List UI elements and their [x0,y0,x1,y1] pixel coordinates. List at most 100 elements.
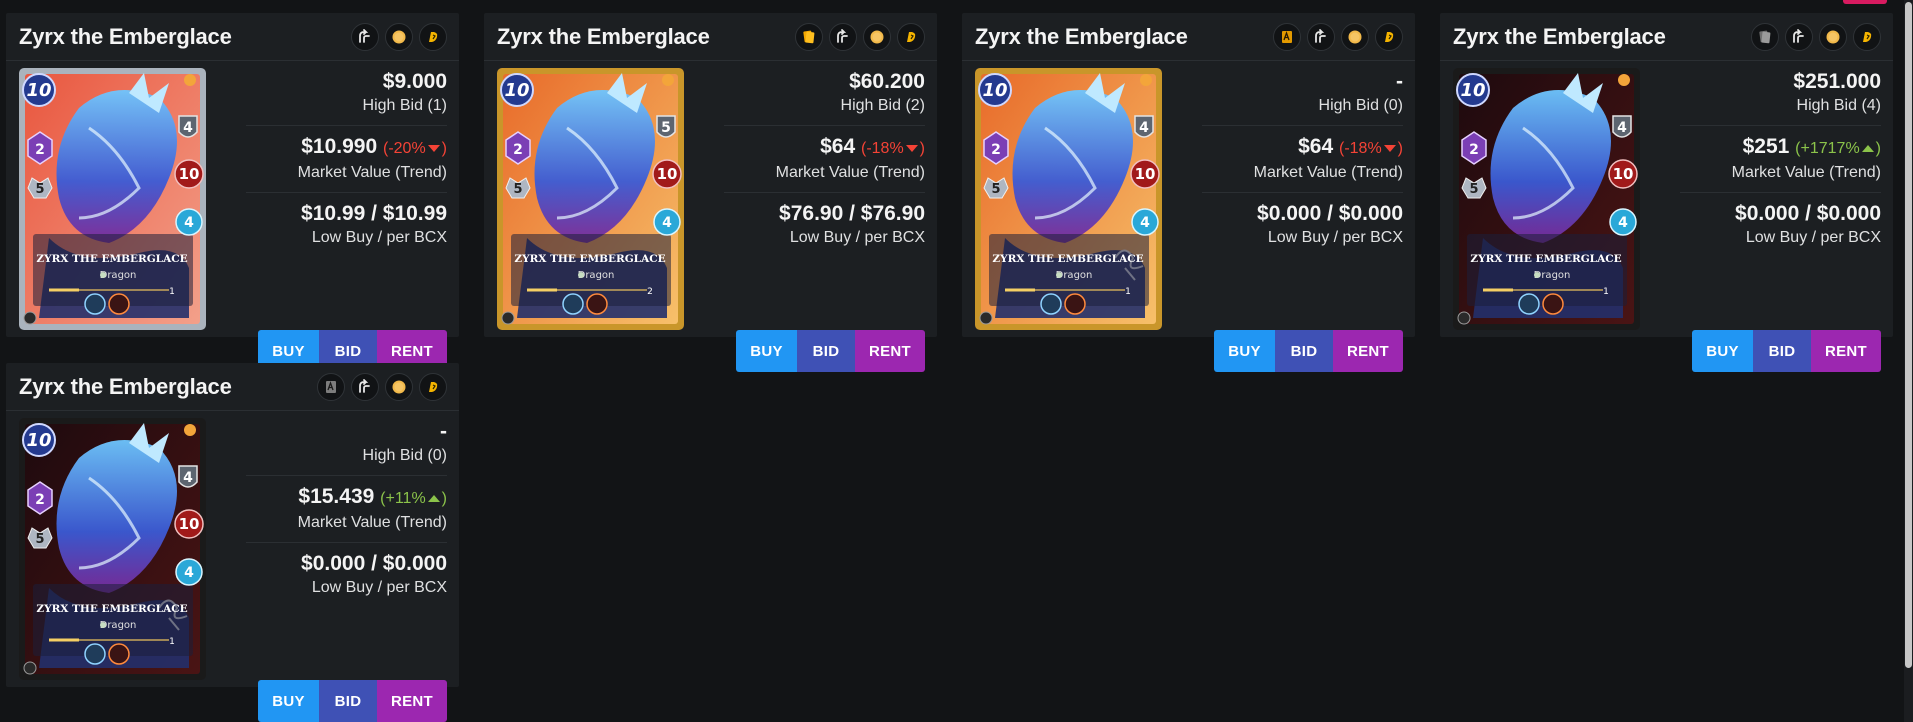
bid-button[interactable]: BID [797,330,855,372]
market-trend: (+11%) [380,490,447,507]
buy-button[interactable]: BUY [736,330,797,372]
buy-button[interactable]: BUY [258,680,319,722]
card-stat-mana: 10 [1460,80,1485,101]
high-bid-price: $9.000 [382,70,447,93]
low-buy-label: Low Buy / per BCX [1745,229,1881,246]
trend-close: ) [441,140,447,157]
card-stat-mana: 10 [26,80,51,101]
card-badges [1751,22,1881,51]
buy-button[interactable]: BUY [1214,330,1275,372]
card-stat-health: 4 [1140,215,1150,231]
market-value-row: $15.439 (+11%) Market Value (Trend) [246,484,447,543]
market-value-label: Market Value (Trend) [1731,164,1881,181]
card-stat-health: 4 [1618,215,1628,231]
card-stat-mana: 10 [982,80,1007,101]
card-art-title: ZYRX THE EMBERGLACE [1470,253,1621,265]
credits-coin-icon[interactable] [1341,22,1369,51]
splinterlands-icon[interactable] [1307,22,1335,51]
credits-coin-icon[interactable] [385,372,413,401]
card-stat-health: 4 [184,565,194,581]
low-buy-label: Low Buy / per BCX [1267,229,1403,246]
card-pricing: $251.000 High Bid (4) $251 (+1717%) Mark… [1680,69,1881,265]
bid-button[interactable]: BID [319,680,377,722]
high-bid-row: $251.000 High Bid (4) [1680,69,1881,126]
gold-signed-card-icon[interactable] [1273,22,1301,51]
card-image[interactable]: 10 4 2 10 5 4 ZYRX THE EMBERGLACE Dragon 1 [1453,68,1640,330]
low-buy-label: Low Buy / per BCX [789,229,925,246]
market-value-row: $64 (-18%) Market Value (Trend) [724,134,925,193]
card-stat-attack: 10 [179,515,200,533]
high-bid-row: $60.200 High Bid (2) [724,69,925,126]
card-body: 10 4 2 10 5 4 ZYRX THE EMBERGLACE Dragon 1 $9.00… [6,61,459,372]
card-badges [795,22,925,51]
market-trend: (-18%) [861,140,925,157]
splinterlands-icon[interactable] [1785,22,1813,51]
high-bid-row: - High Bid (0) [246,419,447,476]
low-buy-row: $10.99 / $10.99 Low Buy / per BCX [246,201,447,257]
trend-down-arrow-icon [1383,145,1396,153]
buy-button[interactable]: BUY [1692,330,1753,372]
market-value: $251 (+1717%) [1680,134,1881,162]
card-header: Zyrx the Emberglace [1440,13,1893,61]
dec-icon[interactable] [419,22,447,51]
card-stat-speed: 5 [991,182,1000,197]
trend-down-arrow-icon [427,145,440,153]
high-bid-price: $60.200 [849,70,925,93]
dec-icon[interactable] [897,22,925,51]
card-header: Zyrx the Emberglace [6,363,459,411]
high-bid-row: - High Bid (0) [1202,69,1403,126]
low-buy-row: $0.000 / $0.000 Low Buy / per BCX [1680,201,1881,257]
action-buttons: BUY BID RENT [1214,330,1403,372]
splinterlands-icon[interactable] [351,22,379,51]
high-bid-label: High Bid (0) [1318,97,1403,114]
bid-button[interactable]: BID [1753,330,1811,372]
low-buy-row: $0.000 / $0.000 Low Buy / per BCX [1202,201,1403,257]
card-stat-magic: 2 [1469,142,1479,158]
scrollbar[interactable] [1904,0,1913,722]
rent-button[interactable]: RENT [855,330,925,372]
dec-icon[interactable] [1853,22,1881,51]
card-badges [317,372,447,401]
card-stat-magic: 2 [35,492,45,508]
credits-coin-icon[interactable] [863,22,891,51]
card-stat-speed: 5 [1469,182,1478,197]
card-image[interactable]: 10 4 2 10 5 4 ZYRX THE EMBERGLACE Dragon 1 [975,68,1162,330]
card-body: 10 5 2 10 5 4 ZYRX THE EMBERGLACE Dragon 2 $60.2… [484,61,937,372]
scrollbar-thumb[interactable] [1905,2,1912,668]
card-image[interactable]: 10 5 2 10 5 4 ZYRX THE EMBERGLACE Dragon 2 [497,68,684,330]
top-accent-tab[interactable] [1843,0,1887,4]
card-name: Zyrx the Emberglace [975,23,1188,49]
gold-card-icon[interactable] [795,22,823,51]
card-header: Zyrx the Emberglace [6,13,459,61]
splinterlands-icon[interactable] [829,22,857,51]
dec-icon[interactable] [1375,22,1403,51]
high-bid-price: - [1396,70,1403,93]
splinterlands-icon[interactable] [351,372,379,401]
bid-button[interactable]: BID [1275,330,1333,372]
card-art-level: 1 [169,287,175,297]
market-value-label: Market Value (Trend) [1253,164,1403,181]
action-buttons: BUY BID RENT [736,330,925,372]
card-badges [1273,22,1403,51]
rent-button[interactable]: RENT [1811,330,1881,372]
card-name: Zyrx the Emberglace [497,23,710,49]
market-trend: (-20%) [383,140,447,157]
credits-coin-icon[interactable] [1819,22,1847,51]
market-value-label: Market Value (Trend) [297,164,447,181]
card-stat-attack: 10 [657,165,678,183]
black-card-icon[interactable] [1751,22,1779,51]
card-art-level: 1 [1125,287,1131,297]
market-value: $64 (-18%) [1202,134,1403,162]
card-stat-mana: 10 [504,80,529,101]
trend-close: ) [441,490,447,507]
card-stat-attack: 10 [179,165,200,183]
rent-button[interactable]: RENT [377,680,447,722]
card-pricing: $9.000 High Bid (1) $10.990 (-20%) Marke… [246,69,447,265]
card-stat-health: 4 [184,215,194,231]
black-signed-card-icon[interactable] [317,372,345,401]
dec-icon[interactable] [419,372,447,401]
card-image[interactable]: 10 4 2 10 5 4 ZYRX THE EMBERGLACE Dragon 1 [19,418,206,680]
credits-coin-icon[interactable] [385,22,413,51]
rent-button[interactable]: RENT [1333,330,1403,372]
card-image[interactable]: 10 4 2 10 5 4 ZYRX THE EMBERGLACE Dragon 1 [19,68,206,330]
